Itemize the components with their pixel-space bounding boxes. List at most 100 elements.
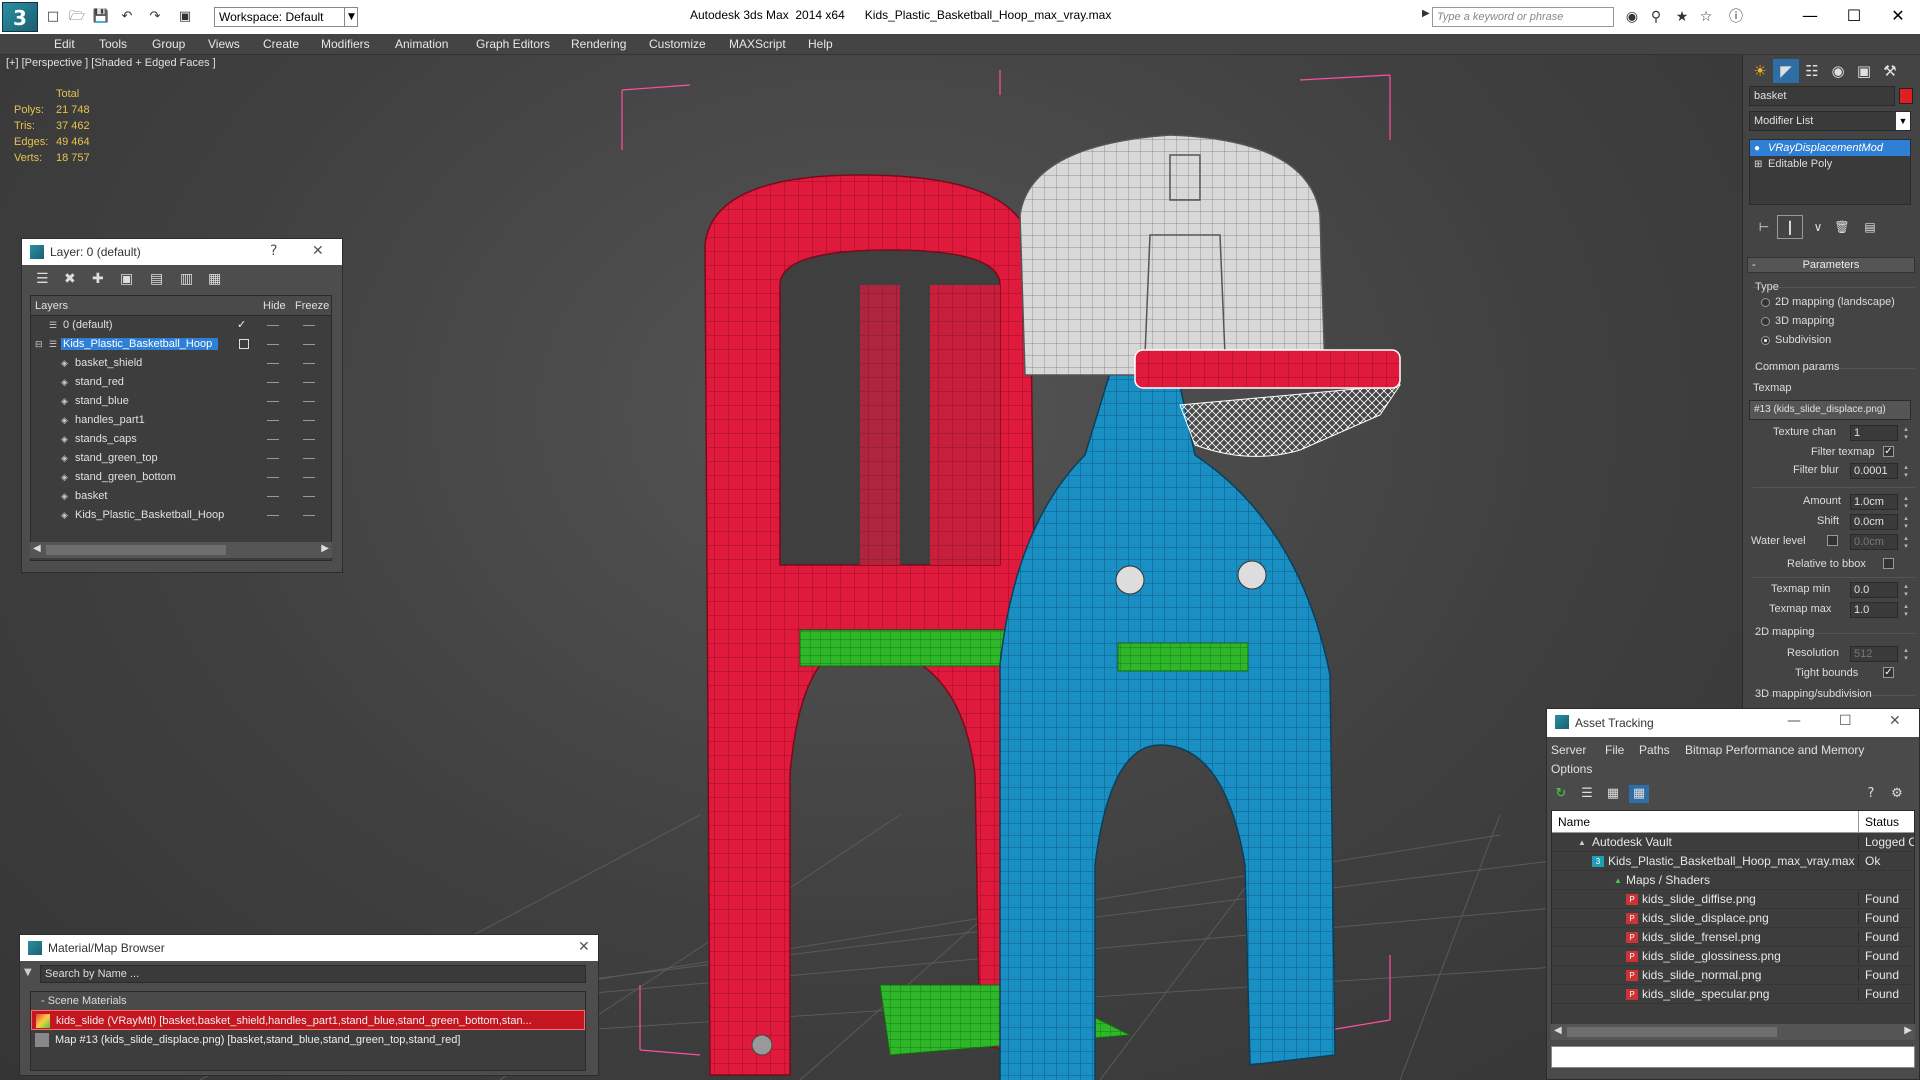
- asset-row[interactable]: 3 Kids_Plastic_Basketball_Hoop_max_vray.m…: [1552, 852, 1914, 871]
- layer-row[interactable]: ◈ basket_shield: [31, 354, 331, 373]
- chevron-down-icon[interactable]: ▼: [1896, 112, 1910, 130]
- texmap-min-spinner[interactable]: 0.0: [1850, 582, 1909, 598]
- remove-modifier-icon[interactable]: 🗑: [1829, 215, 1855, 239]
- type-option-3d[interactable]: 3D mapping: [1775, 315, 1834, 327]
- relative-bbox-checkbox[interactable]: [1883, 558, 1894, 569]
- communication-center-icon[interactable]: ★: [1672, 8, 1692, 26]
- map-item-13[interactable]: Map #13 (kids_slide_displace.png) [baske…: [31, 1030, 585, 1050]
- col-freeze[interactable]: Freeze: [295, 300, 329, 312]
- maximize-button[interactable]: ☐: [1834, 4, 1874, 28]
- tight-bounds-checkbox[interactable]: ✓: [1883, 667, 1894, 678]
- resolution-spinner[interactable]: 512: [1850, 646, 1909, 662]
- menu-modifiers[interactable]: Modifiers: [321, 37, 370, 51]
- minimize-icon[interactable]: —: [1787, 713, 1801, 729]
- tree-view-icon[interactable]: ▦: [1603, 785, 1623, 803]
- make-unique-icon[interactable]: ∨: [1805, 215, 1831, 239]
- keyword-search-input[interactable]: Type a keyword or phrase: [1432, 7, 1614, 27]
- material-browser-title-bar[interactable]: Material/Map Browser ✕: [20, 935, 598, 961]
- close-icon[interactable]: ✕: [312, 243, 324, 259]
- menu-edit[interactable]: Edit: [54, 37, 75, 51]
- scroll-right-icon[interactable]: ▶: [321, 543, 329, 554]
- asset-row[interactable]: ▲ Maps / Shaders: [1552, 871, 1914, 890]
- asset-menu-file[interactable]: File: [1605, 743, 1624, 757]
- filter-texmap-checkbox[interactable]: ✓: [1883, 446, 1894, 457]
- lightbulb-icon[interactable]: ●: [1754, 143, 1760, 154]
- configure-modifier-sets-icon[interactable]: ▤: [1857, 215, 1883, 239]
- display-tab-icon[interactable]: ▣: [1851, 59, 1877, 83]
- chevron-down-icon[interactable]: ▼: [344, 7, 358, 27]
- viewport-label[interactable]: [+] [Perspective ] [Shaded + Edged Faces…: [6, 57, 216, 69]
- horizontal-scrollbar[interactable]: ◀ ▶: [30, 542, 332, 558]
- close-icon[interactable]: ✕: [1889, 713, 1901, 729]
- amount-spinner[interactable]: 1.0cm: [1850, 494, 1909, 510]
- close-icon[interactable]: ✕: [578, 939, 590, 955]
- undo-icon[interactable]: ↶: [118, 8, 136, 26]
- refresh-icon[interactable]: ↻: [1551, 785, 1571, 803]
- select-highlight-icon[interactable]: ▤: [150, 271, 163, 287]
- minimize-button[interactable]: —: [1790, 4, 1830, 28]
- help-icon[interactable]: ⓘ: [1726, 8, 1746, 26]
- asset-path-field[interactable]: [1551, 1046, 1915, 1068]
- layer-row[interactable]: ◈ stand_blue: [31, 392, 331, 411]
- col-status[interactable]: Status: [1858, 811, 1899, 833]
- col-layers[interactable]: Layers: [35, 300, 68, 312]
- layer-row[interactable]: ◈ stands_caps: [31, 430, 331, 449]
- asset-row[interactable]: Pkids_slide_specular.png Found: [1552, 985, 1914, 1004]
- stand-green-top[interactable]: [799, 629, 1021, 667]
- asset-menu-options[interactable]: Options: [1551, 762, 1592, 776]
- asset-row[interactable]: ▲ Autodesk Vault Logged O: [1552, 833, 1914, 852]
- scroll-left-icon[interactable]: ◀: [33, 543, 41, 554]
- app-logo-button[interactable]: 3: [2, 2, 38, 32]
- layer-row[interactable]: ⊟ ☰ Kids_Plastic_Basketball_Hoop: [31, 335, 331, 354]
- asset-menu-server[interactable]: Server: [1551, 743, 1586, 757]
- type-option-subdivision[interactable]: Subdivision: [1775, 334, 1831, 346]
- select-objects-icon[interactable]: ▣: [120, 271, 133, 287]
- favorites-star-icon[interactable]: ☆: [1696, 8, 1716, 26]
- radio-3d-mapping[interactable]: [1761, 317, 1770, 326]
- layer-row[interactable]: ◈ stand_red: [31, 373, 331, 392]
- asset-row[interactable]: Pkids_slide_frensel.png Found: [1552, 928, 1914, 947]
- radio-subdivision[interactable]: [1761, 336, 1770, 345]
- menu-customize[interactable]: Customize: [649, 37, 706, 51]
- utilities-tab-icon[interactable]: ⚒: [1877, 59, 1903, 83]
- col-name[interactable]: Name: [1558, 815, 1590, 829]
- open-file-icon[interactable]: 🗁: [68, 8, 86, 26]
- scroll-right-icon[interactable]: ▶: [1904, 1025, 1912, 1036]
- scene-materials-header[interactable]: - Scene Materials: [31, 992, 585, 1010]
- stack-item-vray-displacement[interactable]: ● VRayDisplacementMod: [1750, 140, 1910, 156]
- set-current-checkbox[interactable]: [239, 339, 249, 349]
- asset-row[interactable]: Pkids_slide_glossiness.png Found: [1552, 947, 1914, 966]
- menu-animation[interactable]: Animation: [395, 37, 448, 51]
- menu-help[interactable]: Help: [808, 37, 833, 51]
- scroll-left-icon[interactable]: ◀: [1554, 1025, 1562, 1036]
- table-view-icon[interactable]: ▦: [1629, 785, 1649, 803]
- menu-tools[interactable]: Tools: [99, 37, 127, 51]
- menu-graph-editors[interactable]: Graph Editors: [476, 37, 550, 51]
- menu-maxscript[interactable]: MAXScript: [729, 37, 786, 51]
- texmap-button[interactable]: #13 (kids_slide_displace.png): [1749, 400, 1911, 420]
- binoculars-icon[interactable]: ◉: [1622, 8, 1642, 26]
- layers-manager-icon[interactable]: ☰: [36, 271, 49, 287]
- freeze-all-icon[interactable]: ▦: [208, 271, 221, 287]
- menu-rendering[interactable]: Rendering: [571, 37, 626, 51]
- horizontal-scrollbar[interactable]: ◀ ▶: [1551, 1024, 1915, 1040]
- scrollbar-thumb[interactable]: [1567, 1027, 1777, 1037]
- layer-row[interactable]: ◈ basket: [31, 487, 331, 506]
- material-item-kids-slide[interactable]: kids_slide (VRayMtl) [basket,basket_shie…: [31, 1010, 585, 1030]
- layer-row[interactable]: ☰ 0 (default) ✓: [31, 316, 331, 335]
- motion-tab-icon[interactable]: ◉: [1825, 59, 1851, 83]
- col-hide[interactable]: Hide: [263, 300, 286, 312]
- water-level-spinner[interactable]: 0.0cm: [1850, 534, 1909, 550]
- search-by-name-input[interactable]: Search by Name ...: [40, 965, 586, 983]
- asset-row[interactable]: Pkids_slide_diffise.png Found: [1552, 890, 1914, 909]
- create-tab-icon[interactable]: ☀: [1747, 59, 1773, 83]
- new-file-icon[interactable]: □: [44, 8, 62, 26]
- stand-red[interactable]: [704, 174, 1041, 1076]
- radio-2d-mapping[interactable]: [1761, 298, 1770, 307]
- help-icon[interactable]: ?: [1861, 785, 1881, 803]
- texture-chan-spinner[interactable]: 1: [1850, 425, 1909, 441]
- shift-spinner[interactable]: 0.0cm: [1850, 514, 1909, 530]
- project-folder-icon[interactable]: ▣: [176, 8, 194, 26]
- stack-item-editable-poly[interactable]: ⊞ Editable Poly: [1750, 156, 1910, 172]
- asset-row[interactable]: Pkids_slide_normal.png Found: [1552, 966, 1914, 985]
